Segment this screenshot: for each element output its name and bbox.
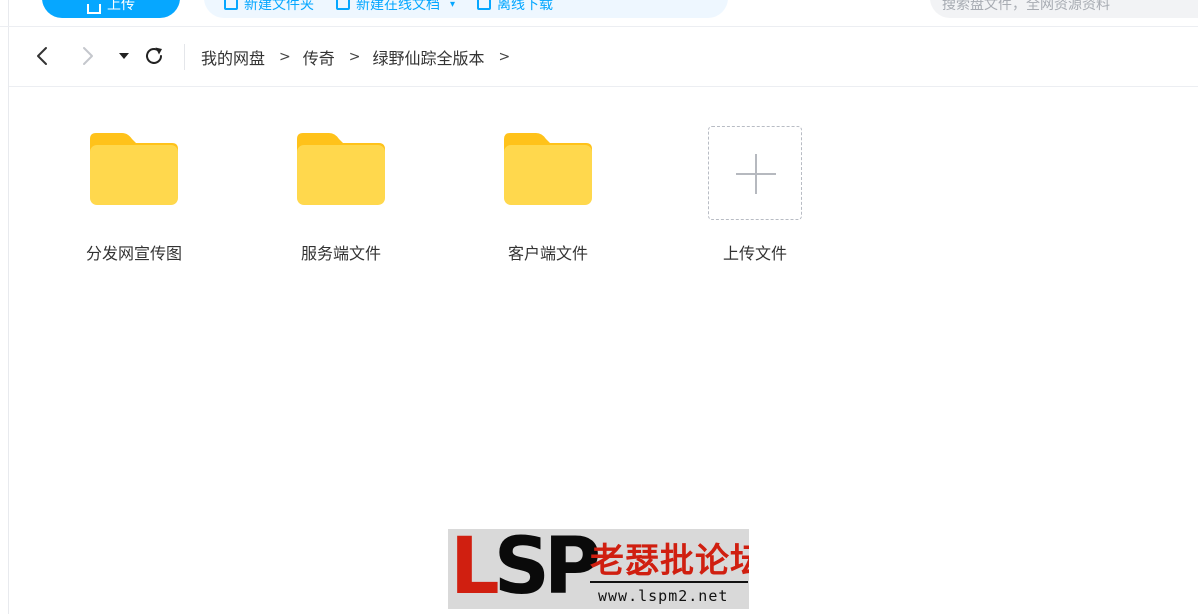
folder-item[interactable]: 客户端文件 (468, 123, 628, 273)
watermark-divider (590, 581, 748, 583)
back-icon (37, 47, 47, 65)
refresh-button[interactable] (141, 43, 167, 69)
forward-button[interactable] (75, 43, 101, 69)
offline-download-icon (477, 0, 492, 10)
toolbar-actions: 新建文件夹 新建在线文档 ▾ 离线下载 (204, 0, 728, 18)
forward-icon (83, 47, 93, 65)
folder-label: 客户端文件 (507, 244, 588, 263)
breadcrumb-separator: > (498, 48, 511, 65)
folder-icon (90, 133, 178, 205)
watermark-chinese: 老瑟批论坛 (590, 541, 749, 581)
breadcrumb-item-current[interactable]: 绿野仙踪全版本 (373, 45, 485, 69)
toolbar: 上传 新建文件夹 新建在线文档 ▾ 离线下载 搜索盘文件，全网资源资料 (0, 0, 1198, 27)
watermark-url: www.lspm2.net (598, 587, 729, 605)
upload-file-item[interactable]: 上传文件 (675, 123, 835, 273)
search-input[interactable]: 搜索盘文件，全网资源资料 (930, 0, 1198, 18)
watermark-letters-sp: SP (493, 529, 601, 609)
nav-divider (184, 44, 185, 70)
breadcrumb-separator: > (348, 48, 361, 65)
upload-button-label: 上传 (107, 0, 135, 13)
navigation-bar: 我的网盘 > 传奇 > 绿野仙踪全版本 > (9, 27, 1198, 87)
new-folder-label: 新建文件夹 (244, 0, 314, 13)
new-folder-icon (224, 0, 238, 10)
breadcrumb-item-legend[interactable]: 传奇 (303, 45, 335, 69)
offline-download-label: 离线下载 (497, 0, 554, 13)
new-doc-icon (336, 0, 350, 10)
file-grid: 分发网宣传图 服务端文件 客户端文件 上传文件 (0, 87, 1198, 287)
breadcrumb: 我的网盘 > 传奇 > 绿野仙踪全版本 > (201, 27, 522, 86)
folder-label: 分发网宣传图 (85, 244, 182, 263)
new-doc-button[interactable]: 新建在线文档 ▾ (336, 0, 455, 14)
upload-file-label: 上传文件 (722, 244, 787, 263)
folder-label: 服务端文件 (300, 244, 381, 263)
watermark-letters: LSP (450, 529, 601, 609)
upload-button[interactable]: 上传 (42, 0, 180, 18)
search-placeholder: 搜索盘文件，全网资源资料 (942, 0, 1110, 13)
file-manager-window: 上传 新建文件夹 新建在线文档 ▾ 离线下载 搜索盘文件，全网资源资料 我的网盘… (0, 0, 1198, 614)
folder-icon (297, 133, 385, 205)
watermark-letter-l: L (450, 529, 500, 609)
new-doc-label: 新建在线文档 (356, 0, 440, 13)
breadcrumb-separator: > (279, 48, 291, 65)
watermark-logo: LSP 老瑟批论坛 www.lspm2.net (448, 529, 749, 609)
breadcrumb-item-my-drive[interactable]: 我的网盘 (201, 45, 265, 69)
folder-item[interactable]: 服务端文件 (261, 123, 421, 273)
history-dropdown-icon (119, 53, 129, 59)
folder-icon (504, 133, 592, 205)
folder-item[interactable]: 分发网宣传图 (54, 123, 214, 273)
history-dropdown-button[interactable] (111, 43, 137, 69)
plus-icon (755, 154, 757, 194)
back-button[interactable] (29, 43, 55, 69)
upload-tile[interactable] (708, 126, 802, 220)
upload-icon (87, 4, 101, 14)
offline-download-button[interactable]: 离线下载 (477, 0, 553, 14)
new-folder-button[interactable]: 新建文件夹 (224, 0, 314, 14)
chevron-down-icon: ▾ (450, 0, 456, 10)
refresh-icon (146, 47, 162, 64)
